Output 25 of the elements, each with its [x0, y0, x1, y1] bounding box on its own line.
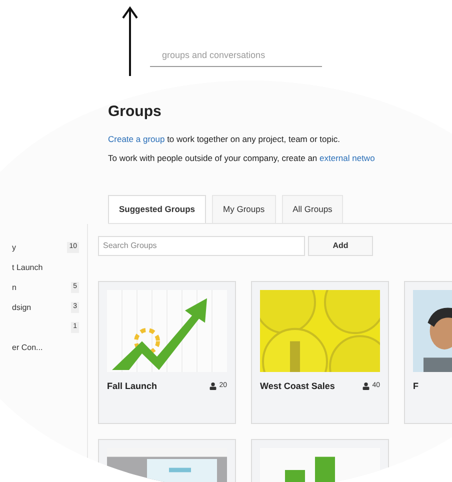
sidebar-item[interactable]: y: [12, 242, 16, 254]
add-button[interactable]: Add: [308, 236, 373, 256]
group-name: West Coast Sales: [260, 380, 335, 392]
search-field[interactable]: groups and conversations: [150, 44, 322, 66]
up-arrow: [122, 6, 138, 76]
sidebar-item[interactable]: er Con...: [12, 342, 43, 354]
group-card[interactable]: F: [404, 280, 452, 424]
external-network-link[interactable]: external netwo: [320, 152, 375, 163]
sidebar-item[interactable]: t Launch: [12, 262, 43, 274]
page-title: Groups: [108, 102, 162, 122]
tab[interactable]: My Groups: [212, 194, 276, 222]
tab[interactable]: All Groups: [282, 194, 344, 222]
intro-text: Create a group to work together on any project, team or topic.: [108, 133, 341, 146]
search-groups-field[interactable]: Search Groups: [98, 236, 305, 256]
create-group-link[interactable]: Create a group: [108, 134, 165, 144]
members-icon: [209, 382, 218, 390]
sidebar-item[interactable]: n: [12, 282, 16, 294]
members-icon: [362, 382, 370, 390]
group-name: F: [413, 380, 418, 392]
external-network-text: To work with people outside of your company, create an external netwo: [108, 152, 376, 164]
group-card[interactable]: [98, 438, 236, 482]
sidebar-item[interactable]: dsign: [12, 302, 32, 314]
tab[interactable]: Suggested Groups: [108, 194, 206, 222]
group-name: Fall Launch: [107, 380, 158, 392]
group-card[interactable]: [251, 438, 389, 482]
